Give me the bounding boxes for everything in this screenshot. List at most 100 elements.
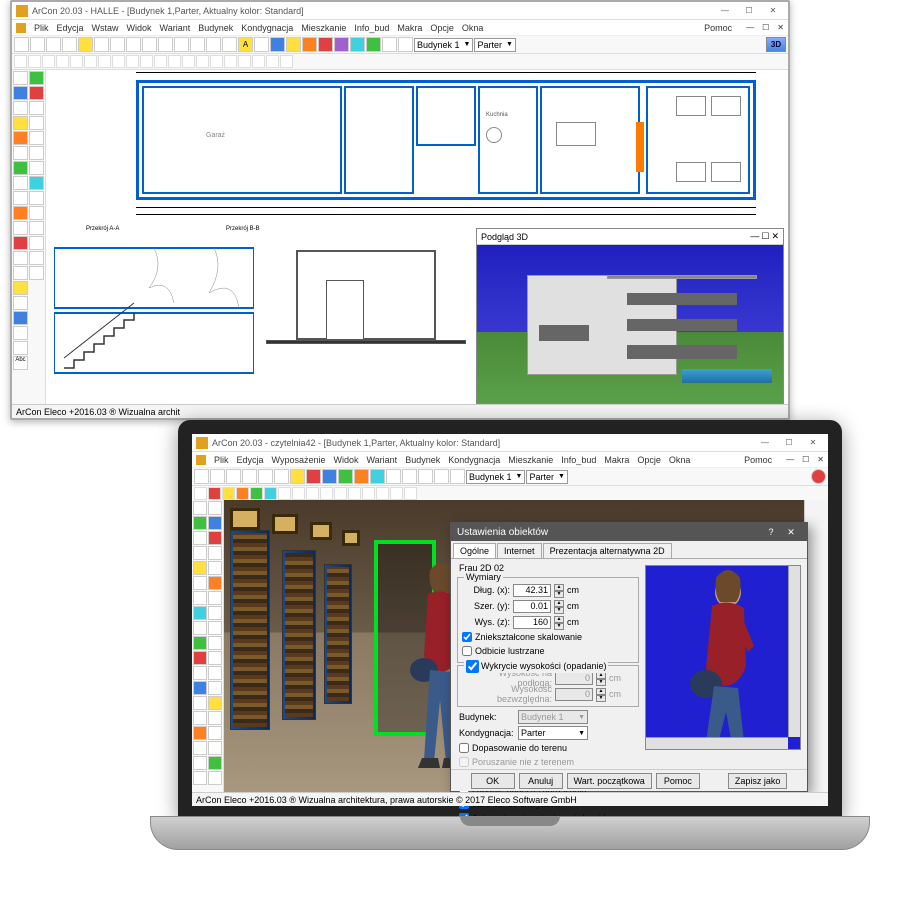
vt-icon[interactable]: [13, 131, 28, 145]
vt-icon[interactable]: [208, 711, 222, 725]
chk-terrain[interactable]: [459, 743, 469, 753]
color-blue-icon[interactable]: [270, 37, 285, 52]
menu-kondygnacja[interactable]: Kondygnacja: [448, 455, 500, 465]
t2-icon[interactable]: [250, 487, 263, 500]
save-icon[interactable]: [226, 469, 241, 484]
menu-plik[interactable]: Plik: [34, 23, 49, 33]
menu-widok[interactable]: Widok: [333, 455, 358, 465]
vt-icon[interactable]: [208, 531, 222, 545]
t2-icon[interactable]: [208, 487, 221, 500]
vt-icon[interactable]: [13, 191, 28, 205]
building-select[interactable]: Budynek 1▼: [466, 470, 525, 484]
vt-icon[interactable]: [193, 621, 207, 635]
t2-icon[interactable]: [14, 55, 27, 68]
doc-minimize-button[interactable]: —: [786, 455, 794, 464]
color-purple-icon[interactable]: [334, 37, 349, 52]
save-icon[interactable]: [46, 37, 61, 52]
t2-icon[interactable]: [348, 487, 361, 500]
vt-icon[interactable]: [29, 176, 44, 190]
chk-mirror[interactable]: [462, 646, 472, 656]
preview-close-button[interactable]: ✕: [771, 231, 779, 242]
chk-height-detection[interactable]: [466, 660, 479, 673]
vt-icon[interactable]: [13, 71, 28, 85]
t2-icon[interactable]: [278, 487, 291, 500]
t2-icon[interactable]: [70, 55, 83, 68]
cancel-button[interactable]: Anuluj: [519, 773, 563, 789]
vt-icon[interactable]: [193, 606, 207, 620]
preview-minimize-button[interactable]: —: [750, 231, 759, 242]
vt-icon[interactable]: [13, 161, 28, 175]
t2-icon[interactable]: [182, 55, 195, 68]
vt-icon[interactable]: [193, 711, 207, 725]
ok-button[interactable]: OK: [471, 773, 515, 789]
menu-edycja[interactable]: Edycja: [57, 23, 84, 33]
vt-icon[interactable]: [193, 591, 207, 605]
menu-makra[interactable]: Makra: [604, 455, 629, 465]
font-icon[interactable]: A: [238, 37, 253, 52]
t2-icon[interactable]: [28, 55, 41, 68]
vt-icon[interactable]: [193, 651, 207, 665]
menu-kondygnacja[interactable]: Kondygnacja: [241, 23, 293, 33]
vt-icon[interactable]: [208, 591, 222, 605]
t2-icon[interactable]: [210, 55, 223, 68]
vt-icon[interactable]: [29, 191, 44, 205]
vt-icon[interactable]: [13, 176, 28, 190]
vt-icon[interactable]: [193, 681, 207, 695]
vt-icon[interactable]: [193, 741, 207, 755]
menu-widok[interactable]: Widok: [127, 23, 152, 33]
dim-z-spinner[interactable]: ▲▼: [554, 616, 564, 629]
t2-icon[interactable]: [266, 55, 279, 68]
vt-icon[interactable]: [208, 741, 222, 755]
t2-icon[interactable]: [334, 487, 347, 500]
dim-z-input[interactable]: [513, 616, 551, 629]
zoom-out-icon[interactable]: [174, 37, 189, 52]
preview-maximize-button[interactable]: ☐: [761, 231, 769, 242]
pan-icon[interactable]: [274, 469, 289, 484]
dialog-help-button[interactable]: ?: [761, 527, 781, 538]
vt-icon[interactable]: [193, 501, 207, 515]
t2-icon[interactable]: [362, 487, 375, 500]
color-yellow-icon[interactable]: [286, 37, 301, 52]
menu-pomoc[interactable]: Pomoc: [744, 455, 772, 465]
menu-okna[interactable]: Okna: [462, 23, 484, 33]
close-button[interactable]: ✕: [802, 436, 824, 450]
vt-icon[interactable]: [193, 696, 207, 710]
vt-icon[interactable]: [29, 131, 44, 145]
menu-wariant[interactable]: Wariant: [367, 455, 398, 465]
t2-icon[interactable]: [98, 55, 111, 68]
t2-icon[interactable]: [252, 55, 265, 68]
doc-restore-button[interactable]: ☐: [762, 23, 769, 32]
vt-icon[interactable]: [13, 221, 28, 235]
vt-icon[interactable]: [29, 206, 44, 220]
t2-icon[interactable]: [320, 487, 333, 500]
maximize-button[interactable]: ☐: [778, 436, 800, 450]
menu-opcje[interactable]: Opcje: [637, 455, 661, 465]
ruler-icon[interactable]: [254, 37, 269, 52]
t2-icon[interactable]: [222, 487, 235, 500]
tool-icon[interactable]: [290, 469, 305, 484]
doc-restore-button[interactable]: ☐: [802, 455, 809, 464]
vt-icon[interactable]: [13, 86, 28, 100]
preview-vscrollbar[interactable]: [788, 566, 800, 737]
t2-icon[interactable]: [224, 55, 237, 68]
view-3d-button[interactable]: 3D: [766, 37, 786, 52]
t2-icon[interactable]: [56, 55, 69, 68]
undo-icon[interactable]: [126, 37, 141, 52]
vt-icon[interactable]: [13, 251, 28, 265]
tool-icon[interactable]: [402, 469, 417, 484]
vt-icon[interactable]: [13, 341, 28, 355]
back-canvas[interactable]: Garaż Kuchnia Przekrój A-A Przekrój B-B: [46, 70, 788, 404]
vt-icon[interactable]: [208, 666, 222, 680]
tool-icon[interactable]: [418, 469, 433, 484]
zoom-window-icon[interactable]: [190, 37, 205, 52]
building-select[interactable]: Budynek 1▼: [414, 38, 473, 52]
t2-icon[interactable]: [306, 487, 319, 500]
vt-icon[interactable]: [208, 651, 222, 665]
new-icon[interactable]: [194, 469, 209, 484]
menu-infobud[interactable]: Info_bud: [354, 23, 389, 33]
vt-icon[interactable]: [13, 326, 28, 340]
vt-icon[interactable]: [13, 296, 28, 310]
vt-icon[interactable]: [208, 621, 222, 635]
vt-icon[interactable]: [208, 636, 222, 650]
t2-icon[interactable]: [168, 55, 181, 68]
